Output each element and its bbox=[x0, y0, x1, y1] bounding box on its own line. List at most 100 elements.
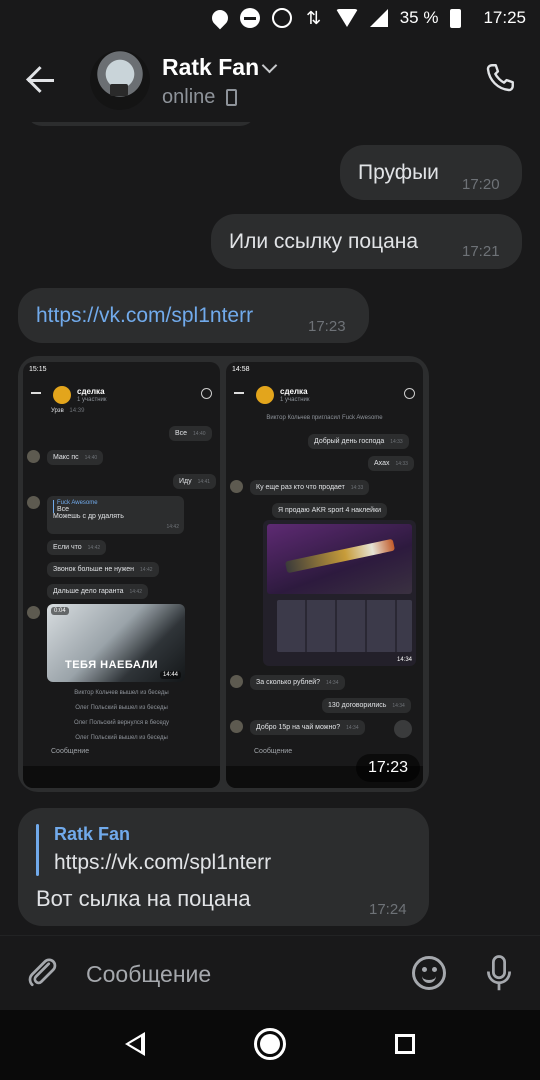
dnd-icon bbox=[239, 8, 260, 28]
avatar[interactable] bbox=[90, 50, 150, 110]
message-link[interactable]: https://vk.com/spl1nterr bbox=[36, 304, 253, 328]
shot-system-message: Олег Польский вышел из беседы bbox=[75, 705, 168, 711]
shot-bubble: Добро 15р на чай можно? 14:34 bbox=[250, 720, 365, 735]
screenshot-image-left[interactable]: 15:15 сделка 1 участник Урзв 14:39 Все 1… bbox=[23, 362, 220, 788]
shot-bubble-text: Я продаю AKR sport 4 наклейки bbox=[278, 507, 382, 514]
shot-avatar-small bbox=[27, 606, 40, 619]
shot-bubble-time: 14:34 bbox=[346, 725, 359, 731]
shot-bubble-time: 14:34 bbox=[392, 703, 405, 709]
shot-bubble: Иду 14:41 bbox=[173, 474, 217, 489]
message-time: 17:20 bbox=[462, 176, 500, 193]
shot-bubble-text: Ку еще раз кто что продает bbox=[256, 484, 345, 491]
shot-bubble-time: 14:40 bbox=[193, 431, 206, 437]
reply-quote: https://vk.com/spl1nterr bbox=[54, 851, 272, 874]
shot-status-time: 15:15 bbox=[29, 366, 47, 373]
call-button[interactable] bbox=[482, 60, 518, 96]
message-text: Или ссылку поцана bbox=[229, 230, 419, 253]
shot-bubble: Ку еще раз кто что продает 14:33 bbox=[250, 480, 370, 495]
shot-bubble-time: 14:33 bbox=[350, 485, 364, 491]
shot-bubble: Звонок больше не нужен 14:42 bbox=[47, 562, 159, 577]
meme-caption: ТЕБЯ НАЕБАЛИ bbox=[65, 659, 159, 671]
shot-bubble-text: Урзв bbox=[51, 408, 64, 414]
message-text: Вот сылка на поцана bbox=[36, 886, 251, 911]
shot-chat-title: сделка bbox=[280, 387, 308, 396]
location-icon bbox=[208, 6, 232, 30]
shot-bubble-text: Добро 15р на чай можно? bbox=[256, 724, 341, 731]
photo-time: 17:23 bbox=[356, 754, 420, 782]
shot-bubble-text: 130 договорились bbox=[328, 702, 387, 709]
photo-message[interactable]: 15:15 сделка 1 участник Урзв 14:39 Все 1… bbox=[18, 356, 429, 792]
screenshot-image-right[interactable]: 14:58 сделка 1 участник Виктор Кольчев п… bbox=[226, 362, 423, 788]
shot-bubble-time: 14:34 bbox=[325, 680, 339, 686]
shot-info-icon bbox=[404, 388, 415, 399]
chat-title[interactable]: Ratk Fan bbox=[162, 54, 259, 81]
message-bubble[interactable]: Или ссылку поцана 17:21 bbox=[211, 214, 522, 269]
shot-system-message: Олег Польский вернулся в беседу bbox=[73, 720, 170, 726]
shot-navbar bbox=[23, 766, 220, 788]
message-bubble[interactable]: Пруфыи 17:20 bbox=[340, 145, 522, 200]
meme-label: 0:04 bbox=[51, 607, 69, 615]
message-input[interactable]: Сообщение bbox=[86, 961, 211, 988]
reply-bar bbox=[36, 824, 39, 876]
shot-avatar-small bbox=[230, 480, 243, 493]
message-bubble[interactable]: https://vk.com/spl1nterr 17:23 bbox=[18, 288, 369, 343]
message-text: Пруфыи bbox=[358, 161, 439, 184]
emoji-icon[interactable] bbox=[412, 956, 446, 990]
mic-icon[interactable] bbox=[484, 954, 514, 994]
shot-chat-sub: 1 участник bbox=[77, 397, 107, 403]
status-time: 17:25 bbox=[483, 8, 526, 27]
shot-bubble-time: 14:39 bbox=[69, 408, 85, 414]
shot-chat-sub: 1 участник bbox=[280, 397, 310, 403]
shot-composer: Сообщение bbox=[23, 740, 220, 766]
alarm-icon bbox=[271, 8, 292, 28]
shot-bubble-text: Все bbox=[175, 430, 188, 437]
shot-bubble-time: 14:42 bbox=[166, 524, 179, 530]
meme-time: 14:44 bbox=[159, 671, 181, 679]
shot-back-icon bbox=[234, 392, 244, 394]
battery-percent: 35 % bbox=[399, 8, 439, 27]
shot-bubble-time: 14:33 bbox=[390, 439, 403, 445]
shot-reply-quote: Все bbox=[53, 506, 178, 513]
chevron-down-icon[interactable] bbox=[261, 57, 278, 74]
shot-avatar-small bbox=[230, 675, 243, 688]
shot-bubble-text: Если что bbox=[53, 544, 82, 551]
reply-author[interactable]: Ratk Fan bbox=[54, 824, 130, 845]
data-icon: ⇅ bbox=[306, 8, 322, 28]
shot-scroll-down-icon bbox=[394, 720, 412, 738]
nav-back-icon[interactable] bbox=[125, 1032, 145, 1056]
shot-bubble-text: Добрый день господа bbox=[314, 438, 385, 445]
shot-header: сделка 1 участник bbox=[226, 382, 423, 412]
shot-input-placeholder: Сообщение bbox=[254, 748, 293, 755]
shot-system-message: Виктор Кольчев вышел из беседы bbox=[74, 690, 169, 696]
shot-avatar bbox=[256, 386, 274, 404]
shot-avatar bbox=[53, 386, 71, 404]
battery-icon bbox=[450, 8, 462, 28]
shot-bubble-time: 14:40 bbox=[84, 455, 98, 461]
shot-bubble: Если что 14:42 bbox=[47, 540, 107, 555]
shot-bubble-text: Звонок больше не нужен bbox=[53, 566, 135, 573]
phone-icon bbox=[226, 89, 237, 106]
nav-recents-icon[interactable] bbox=[395, 1034, 415, 1054]
status-bar: ⇅ 35 % 17:25 bbox=[0, 0, 540, 36]
shot-bubble: Все 14:40 bbox=[169, 426, 212, 441]
shot-system-message: Виктор Кольчев пригласил Fuck Awesome bbox=[266, 415, 383, 421]
shot-avatar-small bbox=[230, 720, 243, 733]
shot-bubble-time: 14:33 bbox=[395, 461, 408, 467]
shot-bubble: Добрый день господа 14:33 bbox=[308, 434, 409, 449]
signal-icon bbox=[369, 9, 388, 27]
shot-back-icon bbox=[31, 392, 41, 394]
shot-info-icon bbox=[201, 388, 212, 399]
shot-bubble: Дальше дело гаранта 14:42 bbox=[47, 584, 148, 599]
shot-bubble: Я продаю AKR sport 4 наклейки bbox=[272, 503, 388, 518]
back-arrow-icon[interactable] bbox=[24, 62, 60, 98]
shot-chat-title: сделка bbox=[77, 387, 105, 396]
shot-bubble-time: 14:41 bbox=[197, 479, 211, 485]
reply-message-bubble[interactable]: Ratk Fan https://vk.com/spl1nterr Вот сы… bbox=[18, 808, 429, 926]
attach-icon[interactable] bbox=[24, 954, 60, 990]
call-icon bbox=[486, 64, 514, 92]
nav-home-icon[interactable] bbox=[254, 1028, 286, 1060]
shot-meme-image: 0:04 ТЕБЯ НАЕБАЛИ 14:44 bbox=[47, 604, 185, 682]
shot-status-time: 14:58 bbox=[232, 366, 250, 373]
shot-bubble-text: Ахах bbox=[374, 460, 390, 467]
shot-reply-bubble: Fuck Awesome Все Можешь с др удалять 14:… bbox=[47, 496, 184, 534]
